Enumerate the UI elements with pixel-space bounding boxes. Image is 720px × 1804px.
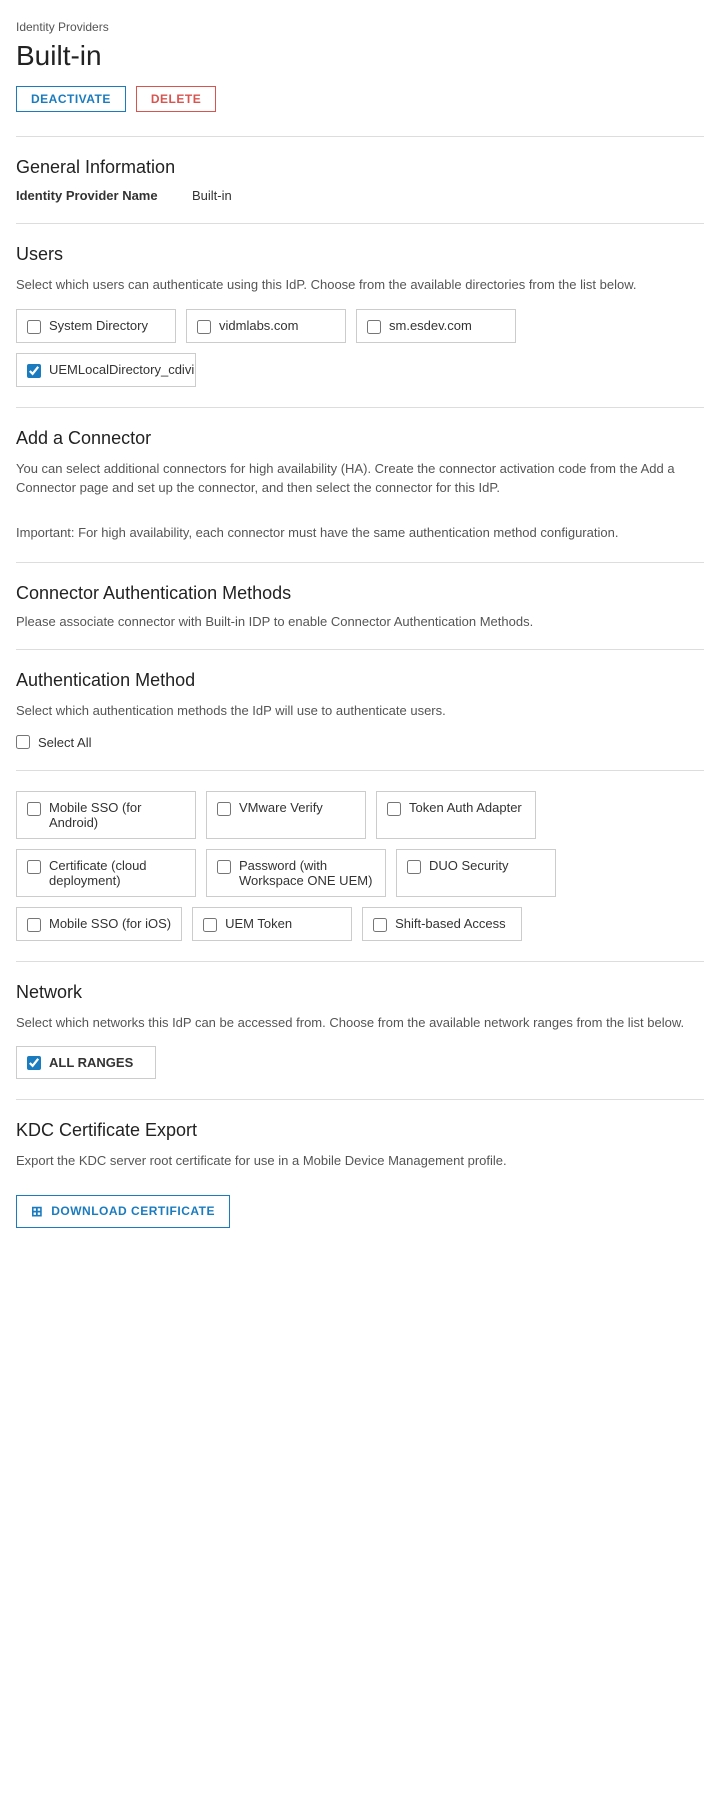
authentication-method-description: Select which authentication methods the … xyxy=(16,701,704,721)
auth-method-label-m1[interactable]: Mobile SSO (for Android) xyxy=(49,800,185,830)
download-certificate-label: DOWNLOAD CERTIFICATE xyxy=(51,1204,215,1218)
list-item: UEM Token xyxy=(192,907,352,941)
connector-auth-methods-title: Connector Authentication Methods xyxy=(16,583,704,604)
auth-method-label-m3[interactable]: Token Auth Adapter xyxy=(409,800,522,815)
auth-method-label-m2[interactable]: VMware Verify xyxy=(239,800,323,815)
auth-method-label-m4[interactable]: Certificate (cloud deployment) xyxy=(49,858,185,888)
list-item: ALL RANGES xyxy=(16,1046,156,1079)
auth-method-checkbox-m7[interactable] xyxy=(27,918,41,932)
directory-checkbox-dir1[interactable] xyxy=(27,320,41,334)
connector-auth-methods-note: Please associate connector with Built-in… xyxy=(16,614,704,629)
general-information-title: General Information xyxy=(16,157,704,178)
list-item: Password (with Workspace ONE UEM) xyxy=(206,849,386,897)
auth-method-label-m5[interactable]: Password (with Workspace ONE UEM) xyxy=(239,858,375,888)
divider-select-all xyxy=(16,770,704,771)
general-information-section: General Information Identity Provider Na… xyxy=(16,157,704,203)
kdc-certificate-section: KDC Certificate Export Export the KDC se… xyxy=(16,1120,704,1228)
list-item: Shift-based Access xyxy=(362,907,522,941)
directory-label-dir4[interactable]: UEMLocalDirectory_cdivi xyxy=(49,362,194,377)
authentication-method-section: Authentication Method Select which authe… xyxy=(16,670,704,941)
identity-provider-name-row: Identity Provider Name Built-in xyxy=(16,188,704,203)
list-item: Token Auth Adapter xyxy=(376,791,536,839)
directory-label-dir3[interactable]: sm.esdev.com xyxy=(389,318,472,333)
auth-method-label-m7[interactable]: Mobile SSO (for iOS) xyxy=(49,916,171,931)
kdc-certificate-title: KDC Certificate Export xyxy=(16,1120,704,1141)
download-icon: ⊞ xyxy=(31,1203,43,1220)
network-range-checkbox-r1[interactable] xyxy=(27,1056,41,1070)
auth-methods-grid: Mobile SSO (for Android) VMware Verify Tok… xyxy=(16,791,704,941)
divider-4 xyxy=(16,562,704,563)
users-description: Select which users can authenticate usin… xyxy=(16,275,704,295)
directory-checkbox-dir4[interactable] xyxy=(27,364,41,378)
select-all-row: Select All xyxy=(16,735,704,750)
users-section: Users Select which users can authenticat… xyxy=(16,244,704,387)
divider-5 xyxy=(16,649,704,650)
identity-provider-name-label: Identity Provider Name xyxy=(16,188,176,203)
list-item: sm.esdev.com xyxy=(356,309,516,343)
list-item: Mobile SSO (for iOS) xyxy=(16,907,182,941)
network-ranges-grid: ALL RANGES xyxy=(16,1046,704,1079)
auth-method-checkbox-m4[interactable] xyxy=(27,860,41,874)
add-connector-desc2: Important: For high availability, each c… xyxy=(16,523,704,543)
auth-method-label-m9[interactable]: Shift-based Access xyxy=(395,916,506,931)
add-connector-section: Add a Connector You can select additiona… xyxy=(16,428,704,543)
directory-label-dir1[interactable]: System Directory xyxy=(49,318,148,333)
auth-method-checkbox-m8[interactable] xyxy=(203,918,217,932)
auth-method-label-m8[interactable]: UEM Token xyxy=(225,916,292,931)
directory-label-dir2[interactable]: vidmlabs.com xyxy=(219,318,298,333)
list-item: VMware Verify xyxy=(206,791,366,839)
deactivate-button[interactable]: DEACTIVATE xyxy=(16,86,126,112)
divider-2 xyxy=(16,223,704,224)
auth-method-checkbox-m5[interactable] xyxy=(217,860,231,874)
directories-grid: System Directory vidmlabs.com sm.esdev.com… xyxy=(16,309,704,387)
auth-method-checkbox-m3[interactable] xyxy=(387,802,401,816)
identity-provider-name-value: Built-in xyxy=(192,188,232,203)
directory-checkbox-dir3[interactable] xyxy=(367,320,381,334)
add-connector-desc1: You can select additional connectors for… xyxy=(16,459,704,498)
list-item: UEMLocalDirectory_cdivi xyxy=(16,353,196,387)
auth-method-label-m6[interactable]: DUO Security xyxy=(429,858,508,873)
network-section: Network Select which networks this IdP c… xyxy=(16,982,704,1080)
divider-7 xyxy=(16,1099,704,1100)
divider-1 xyxy=(16,136,704,137)
add-connector-title: Add a Connector xyxy=(16,428,704,449)
auth-method-checkbox-m6[interactable] xyxy=(407,860,421,874)
kdc-certificate-description: Export the KDC server root certificate f… xyxy=(16,1151,704,1171)
network-description: Select which networks this IdP can be ac… xyxy=(16,1013,704,1033)
list-item: Mobile SSO (for Android) xyxy=(16,791,196,839)
divider-6 xyxy=(16,961,704,962)
auth-method-checkbox-m1[interactable] xyxy=(27,802,41,816)
list-item: Certificate (cloud deployment) xyxy=(16,849,196,897)
auth-method-checkbox-m2[interactable] xyxy=(217,802,231,816)
authentication-method-title: Authentication Method xyxy=(16,670,704,691)
select-all-checkbox[interactable] xyxy=(16,735,30,749)
directory-checkbox-dir2[interactable] xyxy=(197,320,211,334)
download-certificate-button[interactable]: ⊞ DOWNLOAD CERTIFICATE xyxy=(16,1195,230,1228)
delete-button[interactable]: DELETE xyxy=(136,86,216,112)
select-all-label[interactable]: Select All xyxy=(38,735,91,750)
connector-auth-methods-section: Connector Authentication Methods Please … xyxy=(16,583,704,629)
list-item: System Directory xyxy=(16,309,176,343)
action-buttons: DEACTIVATE DELETE xyxy=(16,86,704,112)
network-range-label-r1[interactable]: ALL RANGES xyxy=(49,1055,133,1070)
page-title: Built-in xyxy=(16,40,704,72)
auth-method-checkbox-m9[interactable] xyxy=(373,918,387,932)
network-title: Network xyxy=(16,982,704,1003)
breadcrumb: Identity Providers xyxy=(16,20,704,34)
users-title: Users xyxy=(16,244,704,265)
list-item: DUO Security xyxy=(396,849,556,897)
divider-3 xyxy=(16,407,704,408)
list-item: vidmlabs.com xyxy=(186,309,346,343)
